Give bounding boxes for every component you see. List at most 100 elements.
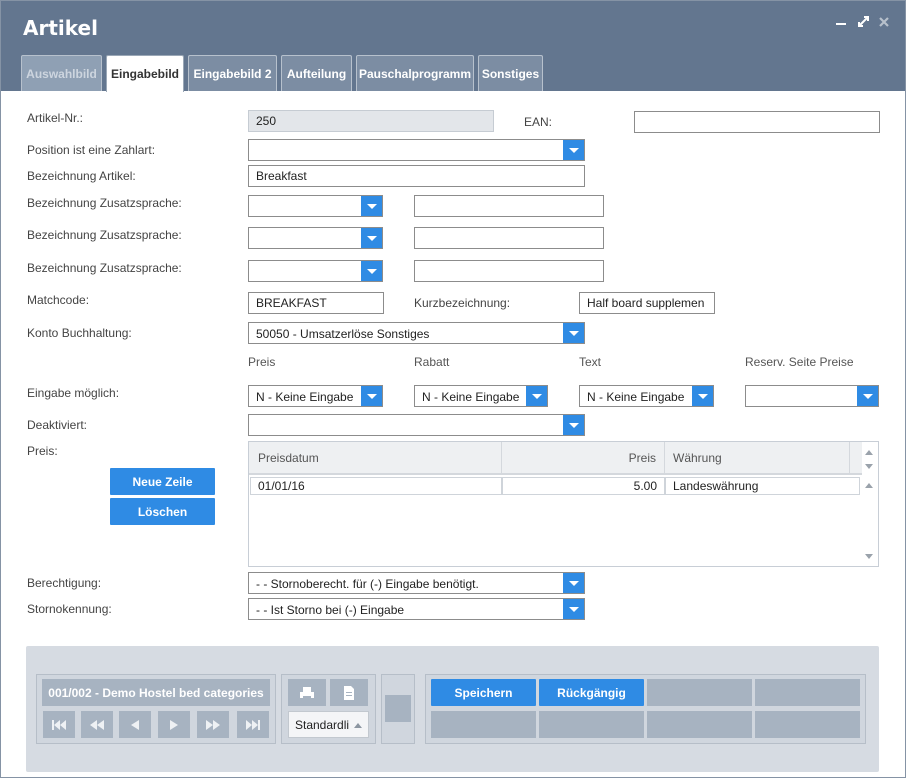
print-icon[interactable] <box>288 679 326 706</box>
chevron-down-icon[interactable] <box>563 323 584 343</box>
layout-select[interactable]: Standardli <box>288 711 369 738</box>
action-slot-7[interactable] <box>647 711 752 738</box>
matchcode-field[interactable]: BREAKFAST <box>248 292 384 314</box>
layout-select-value: Standardli <box>295 717 350 732</box>
eingabe-preis-select[interactable]: N - Keine Eingabe <box>248 385 383 407</box>
berechtigung-label: Berechtigung: <box>27 576 102 590</box>
action-slot-5[interactable] <box>431 711 536 738</box>
eingabe-text-value: N - Keine Eingabe <box>587 390 685 404</box>
ean-label: EAN: <box>524 115 553 129</box>
scroll-down-icon[interactable] <box>865 464 873 469</box>
preis-label: Preis: <box>27 444 58 458</box>
zusatz-3-field[interactable] <box>414 260 604 282</box>
eingabe-reserv-select[interactable] <box>745 385 879 407</box>
deaktiviert-select[interactable] <box>248 414 585 436</box>
konto-label: Konto Buchhaltung: <box>27 326 132 340</box>
tab-aufteilung[interactable]: Aufteilung <box>281 55 352 91</box>
eingabe-preis-value: N - Keine Eingabe <box>256 390 354 404</box>
chevron-down-icon[interactable] <box>563 140 584 160</box>
title-bar: Artikel Auswahlbild Eingabebild Eingabeb… <box>1 1 905 92</box>
zusatz-3-label: Bezeichnung Zusatzsprache: <box>27 261 182 275</box>
eingabe-rabatt-value: N - Keine Eingabe <box>422 390 520 404</box>
zusatz-3-lang-select[interactable] <box>248 260 383 282</box>
scroll-down-icon[interactable] <box>865 554 873 559</box>
kurzbezeichnung-field[interactable]: Half board supplemen <box>579 292 715 314</box>
artikel-window: Artikel Auswahlbild Eingabebild Eingabeb… <box>0 0 906 778</box>
tab-auswahlbild[interactable]: Auswahlbild <box>21 55 102 91</box>
misc-button[interactable] <box>385 695 411 722</box>
eingabe-rabatt-select[interactable]: N - Keine Eingabe <box>414 385 548 407</box>
stornokennung-select[interactable]: - - Ist Storno bei (-) Eingabe <box>248 598 585 620</box>
zusatz-1-label: Bezeichnung Zusatzsprache: <box>27 196 182 210</box>
fast-forward-icon[interactable] <box>197 711 229 738</box>
berechtigung-select[interactable]: - - Stornoberecht. für (-) Eingabe benöt… <box>248 572 585 594</box>
bezeichnung-field[interactable]: Breakfast <box>248 165 585 187</box>
document-icon[interactable] <box>330 679 368 706</box>
preis-column-header: Preis <box>248 355 276 369</box>
zahlart-select[interactable] <box>248 139 585 161</box>
tab-sonstiges[interactable]: Sonstiges <box>478 55 543 91</box>
eingabe-text-select[interactable]: N - Keine Eingabe <box>579 385 714 407</box>
rabatt-column-header: Rabatt <box>414 355 450 369</box>
berechtigung-value: - - Stornoberecht. für (-) Eingabe benöt… <box>256 577 479 591</box>
scroll-up-icon[interactable] <box>865 483 873 488</box>
konto-value: 50050 - Umsatzerlöse Sonstiges <box>256 327 430 341</box>
chevron-down-icon[interactable] <box>692 386 713 406</box>
tab-eingabebild[interactable]: Eingabebild <box>106 55 184 92</box>
chevron-down-icon[interactable] <box>563 599 584 619</box>
minimize-icon[interactable] <box>836 15 846 30</box>
action-slot-4[interactable] <box>755 679 860 706</box>
chevron-down-icon[interactable] <box>857 386 878 406</box>
tab-pauschalprogramm[interactable]: Pauschalprogramm <box>356 55 474 91</box>
chevron-down-icon[interactable] <box>361 261 382 281</box>
new-row-button[interactable]: Neue Zeile <box>110 468 215 495</box>
maximize-icon[interactable] <box>858 15 869 30</box>
artikel-nr-field: 250 <box>248 110 494 132</box>
row-currency[interactable]: Landeswährung <box>665 477 860 495</box>
zusatz-1-lang-select[interactable] <box>248 195 383 217</box>
header-spacer <box>850 442 862 475</box>
delete-row-button[interactable]: Löschen <box>110 498 215 525</box>
matchcode-label: Matchcode: <box>27 293 90 307</box>
stornokennung-label: Stornokennung: <box>27 602 112 616</box>
chevron-down-icon[interactable] <box>361 228 382 248</box>
zusatz-1-field[interactable] <box>414 195 604 217</box>
chevron-down-icon[interactable] <box>526 386 547 406</box>
action-slot-8[interactable] <box>755 711 860 738</box>
fast-back-icon[interactable] <box>81 711 113 738</box>
scroll-up-icon[interactable] <box>865 450 873 455</box>
eingabe-label: Eingabe möglich: <box>27 386 120 400</box>
zusatz-2-field[interactable] <box>414 227 604 249</box>
bezeichnung-label: Bezeichnung Artikel: <box>27 169 136 183</box>
zusatz-2-label: Bezeichnung Zusatzsprache: <box>27 228 182 242</box>
chevron-down-icon[interactable] <box>361 386 382 406</box>
column-preis[interactable]: Preis <box>502 442 665 475</box>
tab-eingabebild-2[interactable]: Eingabebild 2 <box>188 55 277 91</box>
stornokennung-value: - - Ist Storno bei (-) Eingabe <box>256 603 405 617</box>
column-waehrung[interactable]: Währung <box>665 442 850 475</box>
column-preisdatum[interactable]: Preisdatum <box>249 442 502 475</box>
row-date[interactable]: 01/01/16 <box>250 477 502 495</box>
chevron-down-icon[interactable] <box>563 573 584 593</box>
first-icon[interactable] <box>43 711 75 738</box>
action-slot-3[interactable] <box>647 679 752 706</box>
kurzbezeichnung-label: Kurzbezeichnung: <box>414 296 511 310</box>
chevron-down-icon[interactable] <box>361 196 382 216</box>
artikel-nr-label: Artikel-Nr.: <box>27 111 84 125</box>
zusatz-2-lang-select[interactable] <box>248 227 383 249</box>
next-icon[interactable] <box>158 711 190 738</box>
record-indicator: 001/002 - Demo Hostel bed categories <box>42 679 270 706</box>
deaktiviert-label: Deaktiviert: <box>27 418 88 432</box>
save-button[interactable]: Speichern <box>431 679 536 706</box>
row-price[interactable]: 5.00 <box>502 477 665 495</box>
close-icon[interactable] <box>879 15 889 30</box>
reserv-column-header: Reserv. Seite Preise <box>745 355 854 369</box>
konto-select[interactable]: 50050 - Umsatzerlöse Sonstiges <box>248 322 585 344</box>
action-slot-6[interactable] <box>539 711 644 738</box>
chevron-up-icon[interactable] <box>354 723 362 728</box>
chevron-down-icon[interactable] <box>563 415 584 435</box>
undo-button[interactable]: Rückgängig <box>539 679 644 706</box>
prev-icon[interactable] <box>119 711 151 738</box>
ean-field[interactable] <box>634 111 880 133</box>
last-icon[interactable] <box>237 711 269 738</box>
